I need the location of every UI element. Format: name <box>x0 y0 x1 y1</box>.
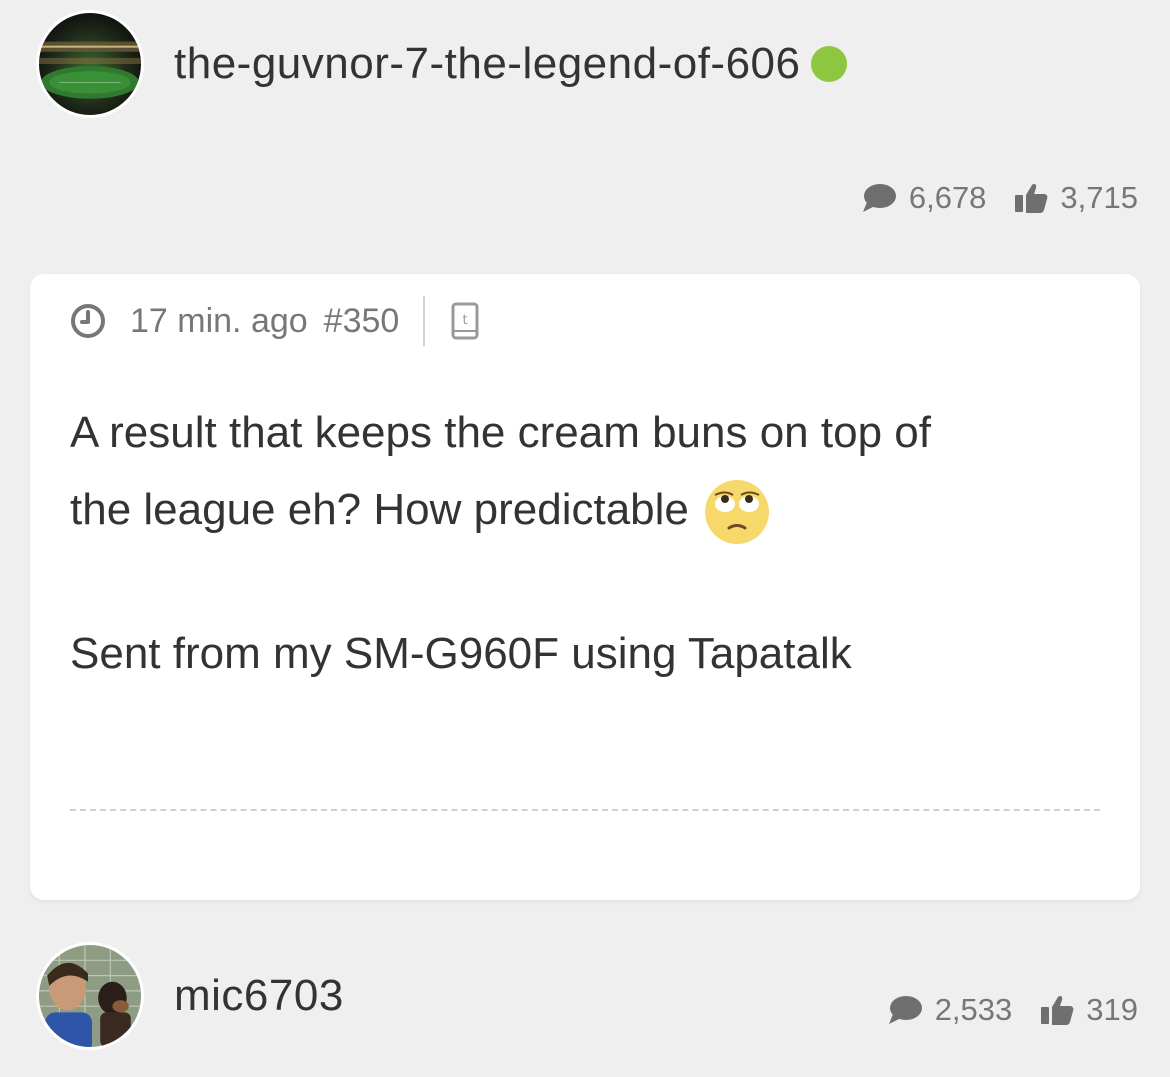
avatar[interactable] <box>36 942 144 1050</box>
username[interactable]: the-guvnor-7-the-legend-of-606 <box>174 39 801 89</box>
online-status-indicator <box>810 46 847 82</box>
post-count-value: 6,678 <box>908 180 987 215</box>
comment-icon <box>888 996 922 1024</box>
like-count: 319 <box>1040 992 1138 1028</box>
comment-icon <box>862 184 896 212</box>
username[interactable]: mic6703 <box>174 971 344 1021</box>
stadium-avatar-image <box>39 13 141 115</box>
like-count-value: 319 <box>1086 992 1138 1027</box>
post-meta: 17 min. ago #350 t <box>70 296 479 346</box>
post-body-line-2-text: the league eh? How predictable <box>70 485 689 534</box>
avatar[interactable] <box>36 10 144 118</box>
thumbs-up-icon <box>1015 184 1048 213</box>
thread-page: the-guvnor-7-the-legend-of-606 6,678 3,7… <box>0 0 1170 1077</box>
next-author-stats: 2,533 319 <box>887 992 1138 1028</box>
author-stats: 6,678 3,715 <box>861 180 1138 216</box>
clock-icon <box>71 304 105 338</box>
post-body-line-1: A result that keeps the cream buns on to… <box>70 408 931 457</box>
tapatalk-device-icon: t <box>451 302 479 340</box>
post-body-line-2: the league eh? How predictable <box>70 471 1100 548</box>
like-count-value: 3,715 <box>1060 180 1138 215</box>
post-signature: Sent from my SM-G960F using Tapatalk <box>70 629 852 678</box>
post-time: 17 min. ago <box>130 301 308 340</box>
eye-roll-emoji <box>704 480 769 544</box>
post-count-value: 2,533 <box>934 992 1013 1027</box>
post-number[interactable]: #350 <box>324 302 400 341</box>
post-body: A result that keeps the cream buns on to… <box>70 394 1100 692</box>
meta-divider <box>423 296 426 346</box>
post-count: 2,533 <box>887 992 1013 1028</box>
like-count: 3,715 <box>1014 180 1138 216</box>
post-card: 17 min. ago #350 t A result that keeps t… <box>30 274 1140 900</box>
person-with-dog-avatar-image <box>39 945 141 1047</box>
svg-text:t: t <box>463 313 468 328</box>
post-author-header: the-guvnor-7-the-legend-of-606 <box>36 10 847 118</box>
post-footer-divider <box>70 809 1100 811</box>
thumbs-up-icon <box>1041 996 1074 1025</box>
post-count: 6,678 <box>861 180 987 216</box>
next-post-author-header: mic6703 <box>36 942 344 1050</box>
